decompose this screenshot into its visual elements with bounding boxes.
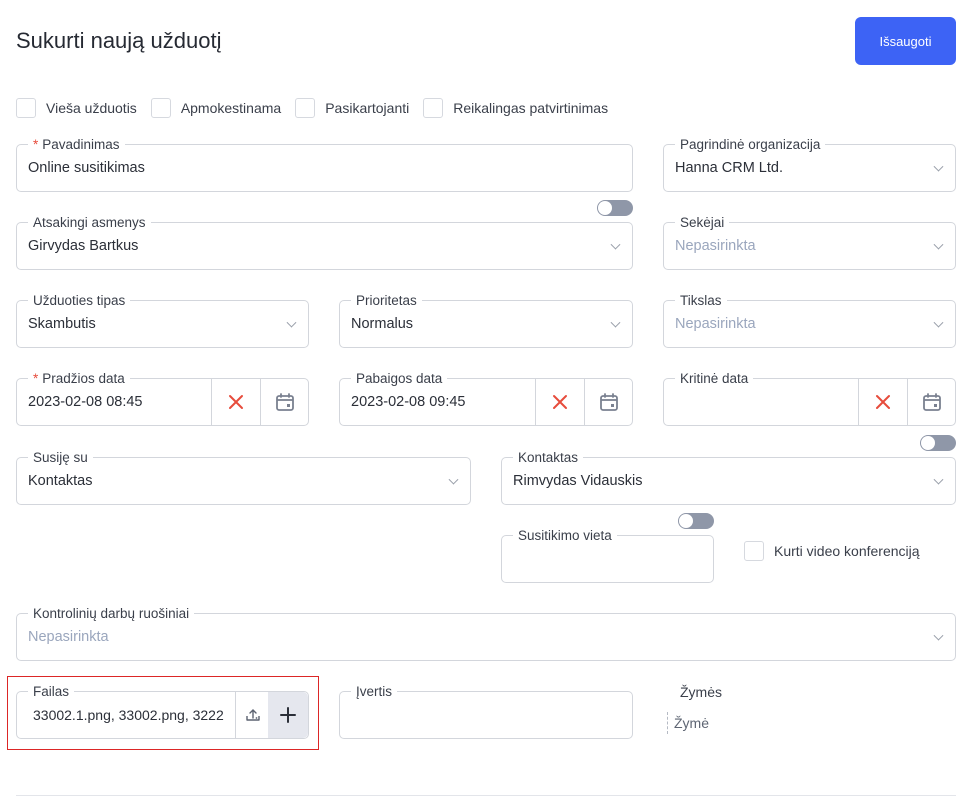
checkbox-box[interactable] [423,98,444,118]
priority-select[interactable]: Prioritetas Normalus [339,293,633,348]
responsible-select[interactable]: Atsakingi asmenys Girvydas Bartkus [16,215,633,270]
goal-select[interactable]: Tikslas Nepasirinkta [663,293,956,348]
field-label: Įvertis [351,684,398,700]
task-type-select[interactable]: Užduoties tipas Skambutis [16,293,309,348]
toggle-knob [679,514,693,528]
contact-toggle[interactable] [920,435,956,451]
chevron-down-icon [286,317,297,328]
billable-checkbox[interactable]: Apmokestinama [150,98,282,118]
checkbox-label: Kurti video konferenciją [774,543,920,559]
field-label: Kontaktas [513,450,584,466]
checkbox-label: Reikalingas patvirtinimas [453,100,609,116]
field-label: Prioritetas [351,293,422,309]
toggle-knob [598,201,612,215]
field-label: Susiję su [28,450,93,466]
task-options: Vieša užduotis Apmokestinama Pasikartoja… [16,98,622,118]
field-value: Hanna CRM Ltd. [675,160,783,176]
calendar-icon[interactable] [908,379,956,425]
chevron-down-icon [933,239,944,250]
field-placeholder: Nepasirinkta [28,629,109,645]
field-placeholder: Nepasirinkta [675,316,756,332]
contact-select[interactable]: Kontaktas Rimvydas Vidauskis [501,450,956,505]
title-input[interactable]: * Pavadinimas Online susitikimas [16,137,633,192]
approval-required-checkbox[interactable]: Reikalingas patvirtinimas [423,98,608,118]
chevron-down-icon [933,630,944,641]
required-mark: * [33,371,39,386]
tags-input[interactable]: Žymė [667,712,709,734]
field-label: * Pavadinimas [28,137,125,153]
bottom-divider [16,795,956,796]
calendar-icon[interactable] [261,379,309,425]
tags-label: Žymės [680,684,722,700]
calendar-icon[interactable] [585,379,633,425]
field-value: Kontaktas [28,473,93,489]
field-label: Failas [28,684,75,700]
chevron-down-icon [448,474,459,485]
recurring-checkbox[interactable]: Pasikartojanti [295,98,409,118]
field-label-text: Pavadinimas [42,137,120,152]
field-label: Sekėjai [675,215,730,231]
field-value: Online susitikimas [28,160,145,176]
field-value: Girvydas Bartkus [28,238,139,254]
field-label: Tikslas [675,293,727,309]
toggle-knob [921,436,935,450]
chevron-down-icon [933,317,944,328]
critical-date-field[interactable]: Kritinė data [663,371,956,426]
followers-select[interactable]: Sekėjai Nepasirinkta [663,215,956,270]
chevron-down-icon [933,474,944,485]
video-conference-checkbox[interactable]: Kurti video konferenciją [744,541,920,561]
field-label: Susitikimo vieta [513,528,617,544]
field-label: Kritinė data [675,371,754,387]
public-task-checkbox[interactable]: Vieša užduotis [16,98,137,118]
field-label-text: Pradžios data [42,371,125,386]
chevron-down-icon [933,161,944,172]
clear-icon[interactable] [859,379,907,425]
field-label: Atsakingi asmenys [28,215,151,231]
field-value: Skambutis [28,316,96,332]
chevron-down-icon [610,239,621,250]
required-mark: * [33,137,39,152]
page-title: Sukurti naują užduotį [16,28,222,53]
field-label: Pagrindinė organizacija [675,137,826,153]
save-button[interactable]: Išsaugoti [855,17,956,65]
clear-icon[interactable] [212,379,260,425]
field-value: 2023-02-08 09:45 [351,394,466,410]
upload-icon[interactable] [236,692,270,738]
checkbox-label: Pasikartojanti [325,100,410,116]
field-label: * Pradžios data [28,371,130,387]
field-value: Rimvydas Vidauskis [513,473,643,489]
field-value: Normalus [351,316,414,332]
related-to-select[interactable]: Susiję su Kontaktas [16,450,471,505]
field-label: Užduoties tipas [28,293,131,309]
start-date-field[interactable]: * Pradžios data 2023-02-08 08:45 [16,371,309,426]
chevron-down-icon [610,317,621,328]
checkbox-box[interactable] [744,541,764,561]
responsible-toggle[interactable] [597,200,633,216]
checkbox-label: Apmokestinama [180,100,282,116]
meeting-location-input[interactable]: Susitikimo vieta [501,528,714,583]
rating-input[interactable]: Įvertis [339,684,633,739]
checkbox-label: Vieša užduotis [46,100,137,116]
field-placeholder: Nepasirinkta [675,238,756,254]
field-value: 2023-02-08 08:45 [28,394,143,410]
field-label: Pabaigos data [351,371,448,387]
file-names-text: 33002.1.png, 33002.png, 3222 [33,707,224,723]
file-field[interactable]: Failas 33002.1.png, 33002.png, 3222 [16,684,309,739]
control-works-select[interactable]: Kontrolinių darbų ruošiniai Nepasirinkta [16,606,956,661]
end-date-field[interactable]: Pabaigos data 2023-02-08 09:45 [339,371,633,426]
checkbox-box[interactable] [150,98,171,118]
checkbox-box[interactable] [295,98,316,118]
add-file-button[interactable] [268,692,308,738]
checkbox-box[interactable] [16,98,36,118]
organization-select[interactable]: Pagrindinė organizacija Hanna CRM Ltd. [663,137,956,192]
field-label: Kontrolinių darbų ruošiniai [28,606,195,622]
clear-icon[interactable] [536,379,584,425]
meeting-location-toggle[interactable] [678,513,714,529]
